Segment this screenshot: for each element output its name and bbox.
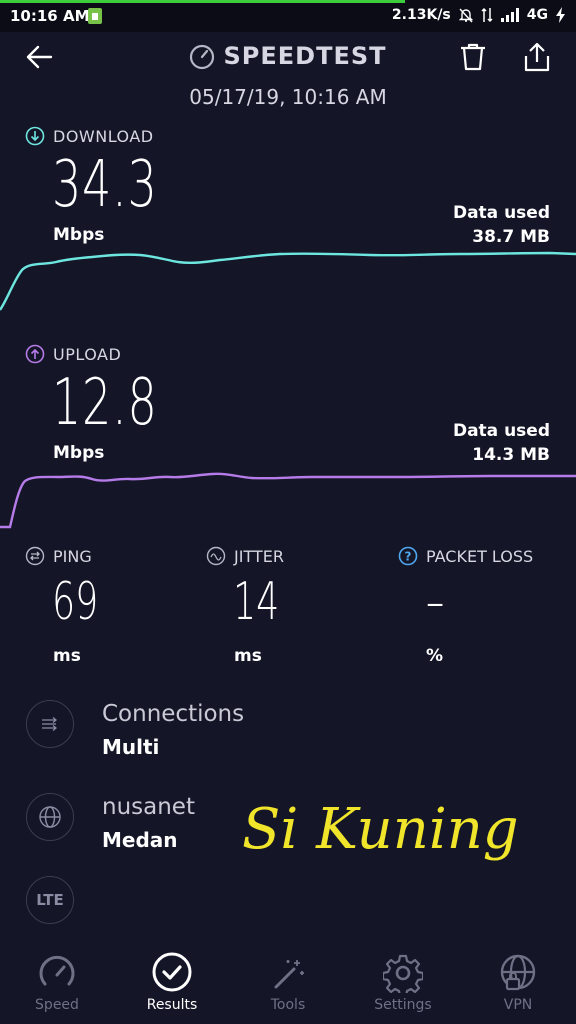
jitter-label: JITTER [206, 546, 284, 566]
download-value: 34.3 [52, 148, 158, 222]
ping-unit: ms [53, 646, 81, 666]
download-label: DOWNLOAD [25, 126, 154, 146]
page-load-progress [0, 0, 405, 3]
svg-text:?: ? [405, 550, 412, 564]
battery-icon [88, 8, 102, 24]
charging-icon [556, 7, 565, 23]
tab-vpn[interactable]: VPN [468, 935, 568, 1013]
data-transfer-icon [481, 7, 493, 23]
download-line [0, 251, 576, 311]
tab-speed[interactable]: Speed [7, 935, 107, 1013]
provider-location: Medan [102, 828, 178, 852]
magic-wand-icon [274, 960, 304, 989]
help-icon[interactable]: ? [398, 546, 418, 566]
page-title: SPEEDTEST [0, 42, 576, 70]
speedometer-icon [190, 44, 215, 70]
gear-icon [383, 954, 423, 993]
packet-loss-label[interactable]: ? PACKET LOSS [398, 546, 533, 566]
upload-arrow-icon [25, 344, 45, 364]
delete-button[interactable] [459, 42, 487, 72]
net-speed: 2.13K/s [391, 7, 451, 23]
test-datetime: 05/17/19, 10:16 AM [189, 85, 387, 109]
ping-icon [25, 546, 45, 566]
handwriting-annotation: Si Kuning [242, 797, 519, 862]
jitter-icon [206, 546, 226, 566]
jitter-value: 14 [233, 572, 280, 632]
packet-loss-unit: % [426, 646, 444, 666]
connections-title: Connections [102, 701, 245, 727]
packet-loss-value: – [426, 572, 445, 632]
connections-icon [26, 700, 74, 748]
upload-label: UPLOAD [25, 344, 121, 364]
tab-tools[interactable]: Tools [238, 935, 338, 1013]
tab-results[interactable]: Results [122, 935, 222, 1013]
share-icon [524, 42, 550, 72]
download-arrow-icon [25, 126, 45, 146]
ping-value: 69 [52, 572, 99, 632]
checkmark-circle-icon [152, 952, 192, 992]
network-type: 4G [526, 7, 548, 23]
signal-icon [500, 8, 519, 22]
upload-value: 12.8 [52, 366, 158, 440]
mute-bell-icon [458, 8, 473, 23]
upload-graph [0, 472, 576, 529]
svg-text:Si Kuning: Si Kuning [242, 797, 519, 862]
share-button[interactable] [522, 42, 552, 72]
connections-value: Multi [102, 735, 160, 759]
globe-lock-icon [500, 954, 536, 991]
upload-line [0, 472, 576, 529]
speedometer-icon [39, 955, 75, 986]
download-graph [0, 251, 576, 311]
lte-badge: LTE [26, 876, 74, 924]
provider-name: nusanet [102, 794, 195, 820]
jitter-unit: ms [234, 646, 262, 666]
trash-icon [461, 43, 485, 71]
ping-label: PING [25, 546, 92, 566]
title-text: SPEEDTEST [223, 42, 387, 70]
status-right: 2.13K/s 4G [392, 7, 566, 23]
globe-icon [26, 793, 74, 841]
tab-bar: Speed Results Tools Settings VPN [0, 935, 576, 1024]
tab-settings[interactable]: Settings [353, 935, 453, 1013]
status-bar: 10:16 AM 2.13K/s 4G [0, 0, 576, 32]
status-time: 10:16 AM [10, 7, 90, 25]
